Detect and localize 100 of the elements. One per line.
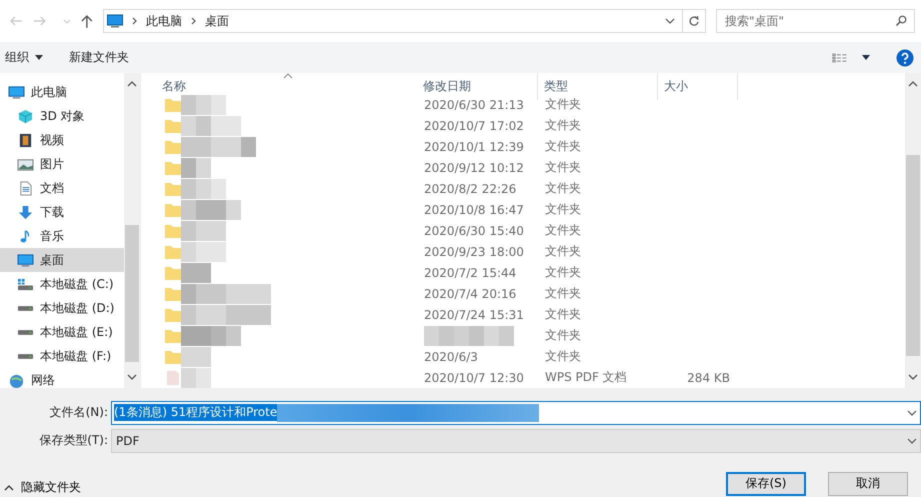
- scroll-up-icon[interactable]: [908, 81, 918, 87]
- sidebar-item[interactable]: 本地磁盘 (F:): [0, 344, 124, 368]
- column-header[interactable]: 名称: [141, 73, 417, 100]
- sidebar-label: 此电脑: [31, 84, 67, 100]
- sidebar-item[interactable]: 3D 对象: [0, 104, 124, 128]
- table-cell-text: 文件夹: [544, 306, 582, 323]
- monitor-icon: [107, 14, 124, 28]
- table-cell-text: 2020/7/4 20:16: [423, 286, 518, 300]
- folder-icon: [165, 266, 181, 280]
- drive-icon: [17, 276, 34, 292]
- table-cell-text: 2020/8/2 22:26: [423, 182, 518, 196]
- chevron-right-icon: [132, 17, 138, 25]
- sidebar-item[interactable]: 本地磁盘 (E:): [0, 320, 124, 344]
- drive-icon: [17, 304, 34, 312]
- file-icon: [165, 370, 181, 384]
- table-cell-text: 文件夹: [544, 264, 582, 281]
- down-arrow-icon: [17, 204, 34, 220]
- breadcrumb-item[interactable]: 桌面: [205, 12, 230, 30]
- file-type-label: 保存类型(T):: [38, 432, 109, 449]
- folder-icon: [165, 98, 181, 112]
- table-cell-text: 文件夹: [544, 159, 582, 176]
- column-header[interactable]: 大小: [658, 73, 738, 100]
- cancel-button[interactable]: 取消: [828, 472, 908, 496]
- table-cell-text: 文件夹: [544, 222, 582, 239]
- sidebar-item[interactable]: 下载: [0, 200, 124, 224]
- folder-icon: [165, 328, 181, 342]
- sidebar-label: 本地磁盘 (F:): [40, 348, 112, 364]
- cube-icon: [17, 108, 34, 124]
- save-button[interactable]: 保存(S): [726, 472, 806, 496]
- folder-icon: [165, 118, 181, 132]
- table-cell-text: 2020/10/1 12:39: [423, 140, 525, 154]
- table-cell-text: WPS PDF 文档: [544, 369, 628, 386]
- blurred-name: [181, 116, 241, 136]
- sidebar-label: 本地磁盘 (D:): [40, 300, 114, 316]
- sidebar-label: 图片: [40, 156, 64, 172]
- scrollbar-thumb[interactable]: [125, 225, 139, 362]
- blurred-name: [181, 220, 226, 240]
- sidebar-label: 网络: [31, 372, 55, 388]
- sidebar-item[interactable]: 文档: [0, 176, 124, 200]
- chevron-up-icon: [4, 484, 14, 490]
- globe-icon: [8, 372, 25, 388]
- folder-icon: [165, 286, 181, 300]
- sidebar-label: 3D 对象: [40, 108, 85, 124]
- sidebar-item[interactable]: 本地磁盘 (C:): [0, 272, 124, 296]
- dropdown-icon[interactable]: [665, 16, 676, 26]
- sidebar-label: 桌面: [40, 252, 64, 268]
- folder-icon: [165, 182, 181, 196]
- folder-icon: [165, 308, 181, 322]
- new-folder-button[interactable]: 新建文件夹: [67, 47, 131, 68]
- sidebar-item[interactable]: 本地磁盘 (D:): [0, 296, 124, 320]
- sidebar-item[interactable]: 音乐: [0, 224, 124, 248]
- table-cell-text: 2020/9/23 18:00: [423, 244, 525, 258]
- sidebar-label: 下载: [40, 204, 64, 220]
- caret-icon[interactable]: [862, 55, 870, 60]
- table-cell-text: 284 KB: [686, 370, 731, 384]
- breadcrumb-item[interactable]: 此电脑: [146, 12, 182, 30]
- folder-icon: [165, 350, 181, 364]
- blurred-name: [181, 94, 226, 114]
- table-cell-text: 文件夹: [544, 243, 582, 260]
- table-cell-text: 2020/7/24 15:31: [423, 308, 525, 322]
- caret-icon: [35, 55, 43, 60]
- sidebar-label: 本地磁盘 (C:): [40, 276, 114, 292]
- chevron-right-icon: [191, 17, 196, 25]
- help-icon[interactable]: [896, 48, 914, 66]
- scroll-down-icon[interactable]: [908, 374, 918, 380]
- folder-icon: [165, 160, 181, 174]
- sidebar-item[interactable]: 视频: [0, 128, 124, 152]
- film-icon: [17, 132, 34, 148]
- table-cell-text: 文件夹: [544, 348, 582, 365]
- search-field[interactable]: 搜索"桌面": [716, 9, 916, 33]
- sidebar-item[interactable]: 桌面: [0, 248, 124, 272]
- filename-field[interactable]: (1条消息) 51程序设计和Prote: [111, 400, 921, 424]
- view-options-icon[interactable]: [832, 52, 848, 64]
- folder-icon: [165, 202, 181, 216]
- organize-button[interactable]: 组织: [3, 47, 45, 68]
- sidebar-item[interactable]: 图片: [0, 152, 124, 176]
- scrollbar-thumb[interactable]: [906, 155, 920, 356]
- folder-icon: [165, 224, 181, 238]
- table-cell-text: 2020/10/7 12:30: [423, 370, 525, 384]
- dropdown-icon: [907, 410, 917, 416]
- hide-folders-button[interactable]: 隐藏文件夹: [0, 479, 85, 496]
- table-cell-text: 2020/10/8 16:47: [423, 202, 525, 216]
- monitor-icon: [17, 252, 34, 268]
- sidebar-label: 本地磁盘 (E:): [40, 324, 113, 340]
- column-header[interactable]: 修改日期: [417, 73, 538, 100]
- folder-icon: [165, 140, 181, 154]
- sidebar-item[interactable]: 此电脑: [0, 80, 124, 104]
- column-header[interactable]: 类型: [538, 73, 658, 100]
- sort-caret-icon: [283, 73, 293, 79]
- table-cell-text: 文件夹: [544, 327, 582, 344]
- table-cell-text: 文件夹: [544, 201, 582, 218]
- scroll-down-icon[interactable]: [127, 374, 137, 380]
- sidebar-item[interactable]: 网络: [0, 368, 124, 388]
- table-cell-text: 2020/9/12 10:12: [423, 160, 525, 174]
- scroll-up-icon[interactable]: [127, 81, 137, 87]
- address-bar[interactable]: 此电脑 桌面: [103, 9, 706, 33]
- sidebar-label: 音乐: [40, 228, 64, 244]
- file-type-dropdown[interactable]: PDF: [111, 428, 921, 452]
- blurred-name: [181, 200, 241, 220]
- search-icon: [895, 15, 908, 27]
